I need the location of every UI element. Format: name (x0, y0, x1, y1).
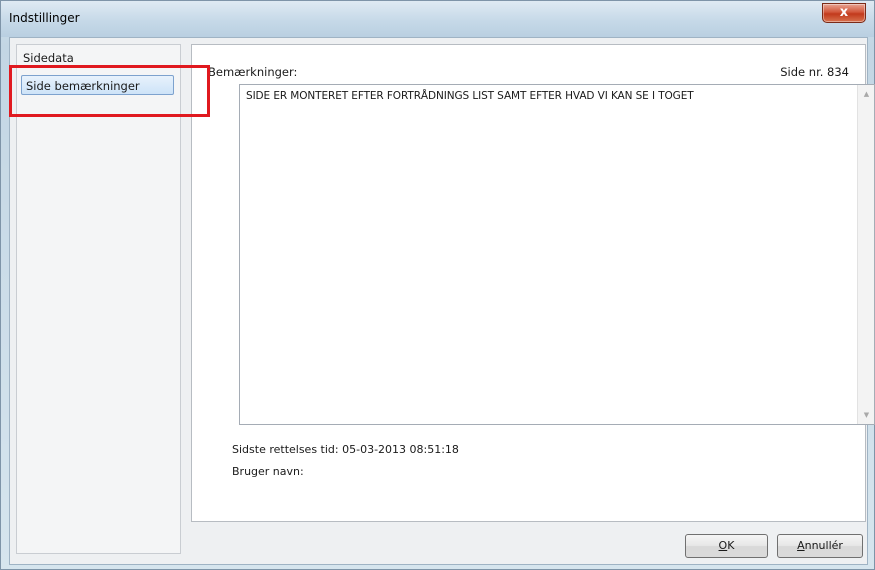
ok-button-mnemonic: O (718, 539, 728, 552)
remarks-textarea[interactable]: SIDE ER MONTERET EFTER FORTRÅDNINGS LIST… (239, 84, 875, 425)
settings-dialog: Indstillinger x Sidedata Side bemærkning… (0, 0, 875, 570)
close-icon: x (839, 5, 849, 20)
sidebar: Sidedata Side bemærkninger (16, 44, 181, 554)
user-name-label: Bruger navn: (232, 465, 304, 478)
title-bar: Indstillinger x (1, 1, 874, 37)
cancel-button-mnemonic: A (797, 539, 805, 552)
scroll-down-icon[interactable]: ▼ (862, 411, 871, 419)
ok-button[interactable]: OK (685, 534, 768, 558)
remarks-label: Bemærkninger: (208, 65, 298, 79)
annotation-highlight-box (9, 65, 210, 117)
page-number: Side nr. 834 (780, 65, 849, 79)
ok-button-suffix: K (727, 539, 735, 552)
vertical-scrollbar[interactable]: ▲ ▼ (857, 85, 874, 424)
cancel-button-suffix: nnullér (804, 539, 843, 552)
remarks-panel: Bemærkninger: Side nr. 834 SIDE ER MONTE… (191, 44, 875, 522)
cancel-button[interactable]: Annullér (777, 534, 863, 558)
last-modified-text: Sidste rettelses tid: 05-03-2013 08:51:1… (232, 443, 459, 456)
scroll-up-icon[interactable]: ▲ (862, 90, 871, 98)
remarks-text: SIDE ER MONTERET EFTER FORTRÅDNINGS LIST… (246, 90, 694, 102)
sidebar-item-label: Sidedata (23, 51, 74, 65)
window-title: Indstillinger (9, 11, 80, 25)
close-button[interactable]: x (822, 3, 866, 23)
